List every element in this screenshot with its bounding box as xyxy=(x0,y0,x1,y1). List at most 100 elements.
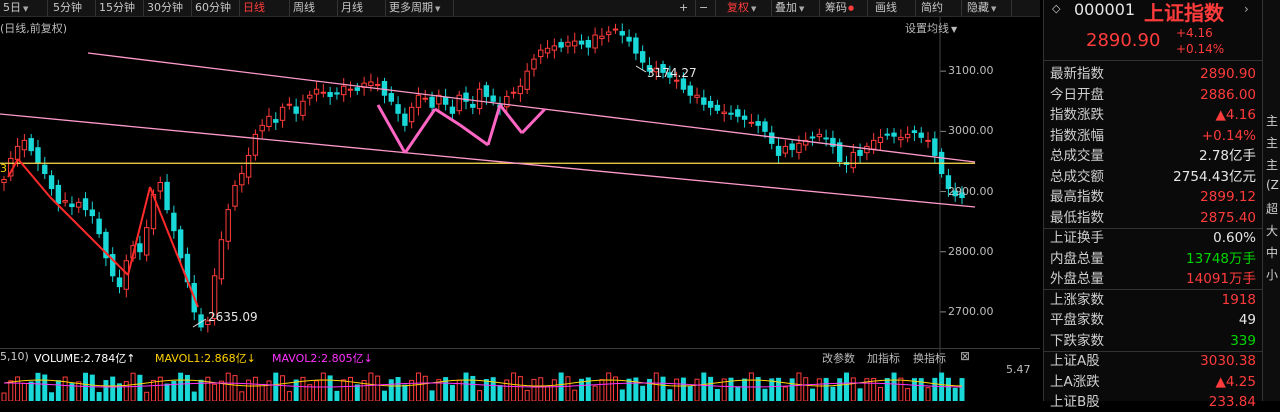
right-strip-label[interactable]: (Z xyxy=(1266,178,1279,192)
period-button-5[interactable]: 日线 xyxy=(240,0,290,16)
candle xyxy=(762,121,768,132)
volume-bar xyxy=(905,388,911,402)
candle xyxy=(368,81,374,87)
volume-bar xyxy=(483,379,489,402)
toolbar-button-7[interactable]: 隐藏 ▼ xyxy=(964,0,1012,16)
quote-row-value: +0.14% xyxy=(1201,127,1256,144)
toolbar-button-6[interactable]: 简约 xyxy=(918,0,962,16)
period-button-8[interactable]: 更多周期 ▼ xyxy=(386,0,454,16)
period-button-4-label: 60分钟 xyxy=(195,1,231,14)
expand-icon[interactable]: ◇ xyxy=(1052,2,1060,15)
chevron-right-icon[interactable]: › xyxy=(1244,2,1249,16)
candle xyxy=(239,172,245,186)
volume-bar xyxy=(735,386,741,402)
volume-bar xyxy=(103,380,109,402)
period-button-7[interactable]: 月线 xyxy=(338,0,386,16)
candle xyxy=(769,132,775,144)
candle xyxy=(857,149,863,156)
candle xyxy=(898,136,904,141)
divider xyxy=(1044,227,1262,229)
toolbar-button-1[interactable]: − xyxy=(696,0,716,16)
toolbar-button-5-label: 画线 xyxy=(875,1,897,14)
period-button-0[interactable]: 5日 ▼ xyxy=(0,0,48,16)
volume-bar xyxy=(273,372,279,402)
index-code: 000001 xyxy=(1074,0,1136,19)
candle xyxy=(96,218,102,235)
divider xyxy=(1044,350,1262,352)
right-strip-label[interactable]: 主 xyxy=(1266,134,1278,151)
quote-row-value: 2899.12 xyxy=(1200,189,1256,205)
period-button-0-label: 5日 xyxy=(3,1,21,14)
quote-row-label: 今日开盘 xyxy=(1050,86,1104,103)
volume-bar xyxy=(205,376,211,402)
toolbar-button-0[interactable]: + xyxy=(676,0,696,16)
quote-row: 内盘总量 13748万手 xyxy=(1050,249,1256,269)
quote-row-value: 14091万手 xyxy=(1186,271,1256,287)
quote-row: 上涨家数 1918 xyxy=(1050,290,1256,310)
quote-row-label: 外盘总量 xyxy=(1050,271,1104,287)
edit-params-link[interactable]: 改参数 xyxy=(822,350,855,366)
right-strip-label[interactable]: 大 xyxy=(1266,222,1278,239)
volume-bar xyxy=(701,372,707,402)
candle xyxy=(884,133,890,136)
ma-settings-button[interactable]: 设置均线 ▼ xyxy=(905,20,957,36)
period-button-4[interactable]: 60分钟 xyxy=(192,0,240,16)
volume-bar xyxy=(551,379,557,402)
volume-value: VOLUME:2.784亿↑ xyxy=(34,352,136,365)
switch-indicator-link[interactable]: 换指标 xyxy=(913,350,946,366)
toolbar-button-4[interactable]: 筹码● xyxy=(822,0,868,16)
candle xyxy=(279,106,286,121)
kline-chart[interactable]: (日线,前复权) 设置均线 ▼ 3 3100.00 3000.00 2900.00 28… xyxy=(0,17,1040,402)
right-strip-label[interactable]: 超 xyxy=(1266,200,1278,217)
chevron-down-icon: ▼ xyxy=(991,5,997,13)
period-button-6[interactable]: 周线 xyxy=(290,0,338,16)
toolbar-button-5[interactable]: 画线 xyxy=(872,0,916,16)
quote-row-label: 指数涨跌 xyxy=(1050,107,1104,123)
candle xyxy=(599,35,605,39)
quote-row-label: 下跌家数 xyxy=(1050,332,1104,349)
candle xyxy=(707,101,714,108)
period-button-5-label: 日线 xyxy=(243,1,265,14)
candle xyxy=(673,79,680,82)
kline-chart-svg[interactable] xyxy=(0,17,1040,402)
right-strip-label[interactable]: 主 xyxy=(1266,156,1278,173)
volume-bar xyxy=(789,378,795,402)
quote-row-value: 233.84 xyxy=(1208,394,1256,410)
volume-bar xyxy=(538,377,544,402)
candle xyxy=(245,154,252,178)
candle xyxy=(252,133,259,156)
chart-type-label: (日线,前复权) xyxy=(0,22,68,35)
volume-bar xyxy=(62,376,68,402)
right-strip-label[interactable]: 主 xyxy=(1266,112,1278,129)
quote-panel: ◇ 000001 上证指数 › 2890.90 +4.16 +0.14% 最新指… xyxy=(1043,0,1262,410)
candle xyxy=(755,121,761,126)
volume-bar xyxy=(932,377,938,402)
toolbar-button-3[interactable]: 叠加 ▼ xyxy=(772,0,820,16)
right-strip-label[interactable]: 小 xyxy=(1266,266,1278,283)
candle xyxy=(538,49,544,58)
volume-bar xyxy=(755,377,761,402)
right-strip-label[interactable]: 中 xyxy=(1266,244,1278,261)
add-indicator-link[interactable]: 加指标 xyxy=(867,350,900,366)
volume-bar xyxy=(76,381,82,402)
mavol1-value: MAVOL1:2.868亿↓ xyxy=(155,352,256,365)
candle xyxy=(1,179,7,184)
volume-bar xyxy=(830,386,836,402)
period-button-1[interactable]: 5分钟 xyxy=(50,0,96,16)
candle xyxy=(626,36,632,42)
close-icon[interactable]: ⊠ xyxy=(960,349,970,363)
candle xyxy=(388,93,394,102)
period-button-6-label: 周线 xyxy=(293,1,315,14)
candle xyxy=(449,106,456,114)
candle xyxy=(932,138,938,156)
toolbar-button-2[interactable]: 复权 ▼ xyxy=(724,0,772,16)
divider xyxy=(1044,60,1262,61)
quote-row-label: 内盘总量 xyxy=(1050,250,1104,267)
volume-header: 5,10) VOLUME:2.784亿↑ MAVOL1:2.868亿↓ MAVO… xyxy=(0,348,1040,365)
volume-bar xyxy=(28,381,34,402)
candle xyxy=(639,51,646,63)
candle xyxy=(164,181,170,211)
period-button-2[interactable]: 15分钟 xyxy=(96,0,144,16)
period-button-3[interactable]: 30分钟 xyxy=(144,0,192,16)
volume-bar xyxy=(619,389,625,402)
